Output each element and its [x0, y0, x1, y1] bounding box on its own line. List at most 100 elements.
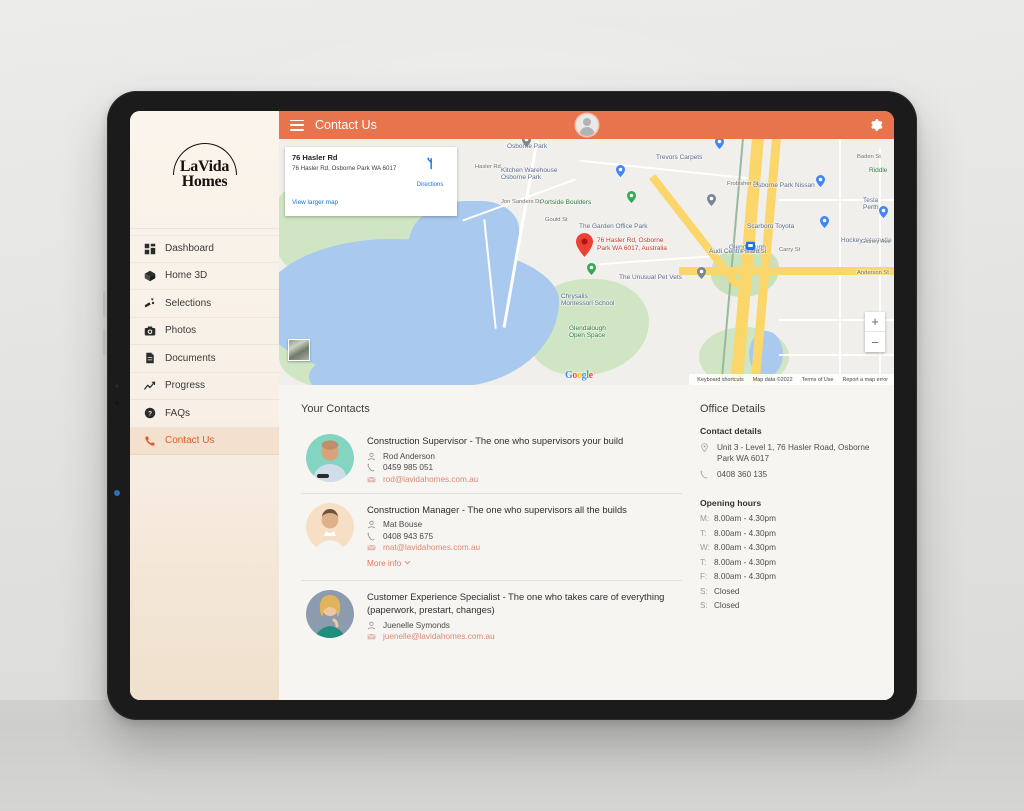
contact-email-row[interactable]: mat@lavidahomes.com.au	[367, 543, 682, 552]
map-label: The Unusual Pet Vets	[619, 274, 682, 281]
map-poi-pin[interactable]	[707, 194, 716, 206]
sidebar-item-label: Home 3D	[165, 270, 208, 282]
contact-phone: 0459 985 051	[383, 463, 434, 473]
contact-card[interactable]: Customer Experience Specialist - The one…	[301, 581, 682, 650]
map-data-text: Map data ©2022	[752, 376, 793, 383]
phone-icon	[367, 463, 376, 472]
gear-icon[interactable]	[869, 118, 883, 132]
google-logo: Google	[565, 370, 593, 381]
map-poi-pin[interactable]	[715, 139, 724, 149]
hours-day: W:	[700, 543, 710, 553]
map-poi-pin[interactable]	[697, 267, 706, 279]
sidebar-item-dashboard[interactable]: Dashboard	[130, 235, 279, 263]
street-view-thumbnail[interactable]	[288, 339, 310, 361]
zoom-in-button[interactable]: +	[865, 312, 885, 332]
phone-icon	[700, 470, 709, 479]
phone-icon	[144, 435, 156, 447]
contact-role: Construction Supervisor - The one who su…	[367, 435, 624, 446]
cube-icon	[144, 270, 156, 282]
contact-role: Customer Experience Specialist - The one…	[367, 591, 665, 616]
google-map[interactable]: Osborne Park Kitchen Warehouse Osborne Pa…	[279, 139, 894, 385]
volume-down-button[interactable]	[103, 329, 106, 355]
sidebar-item-progress[interactable]: Progress	[130, 373, 279, 400]
report-map-error-link[interactable]: Report a map error	[842, 377, 888, 383]
more-info-label: More info	[367, 559, 402, 569]
map-poi-pin[interactable]	[522, 139, 531, 147]
zoom-out-button[interactable]: −	[865, 332, 885, 352]
document-icon	[144, 352, 156, 364]
person-icon	[367, 520, 376, 529]
contact-card[interactable]: Construction Supervisor - The one who su…	[301, 425, 682, 494]
hamburger-icon[interactable]	[290, 119, 304, 131]
contact-email-row[interactable]: rod@lavidahomes.com.au	[367, 475, 682, 484]
sidebar-item-faqs[interactable]: ? FAQs	[130, 400, 279, 428]
contact-email-row[interactable]: juenelle@lavidahomes.com.au	[367, 632, 682, 641]
map-label: Gidney Ave	[861, 239, 891, 245]
map-park-pin[interactable]	[627, 191, 636, 203]
sidebar-item-home-3d[interactable]: Home 3D	[130, 263, 279, 290]
map-label: Jon Sanders Dr	[501, 199, 542, 205]
sidebar-item-contact-us[interactable]: Contact Us	[130, 427, 279, 455]
office-address: Unit 3 - Level 1, 76 Hasler Road, Osborn…	[717, 443, 870, 464]
tablet-device: LaVida Homes Dashboard Home 3D Selection…	[103, 88, 920, 723]
map-poi-pin[interactable]	[587, 263, 596, 275]
keyboard-shortcuts-link[interactable]: Keyboard shortcuts	[697, 377, 743, 383]
sidebar-item-selections[interactable]: Selections	[130, 290, 279, 318]
contact-phone-row[interactable]: 0408 943 675	[367, 532, 682, 541]
map-location-marker[interactable]	[576, 233, 593, 257]
volume-up-button[interactable]	[103, 291, 106, 317]
office-details-column: Office Details Contact details Unit 3 - …	[700, 403, 878, 700]
contact-phone-row[interactable]: 0459 985 051	[367, 463, 682, 472]
map-label: Frobisher St	[727, 181, 759, 187]
hours-row: S: Closed	[700, 601, 878, 610]
directions-button[interactable]: Directions	[410, 153, 450, 191]
map-poi-pin[interactable]	[616, 165, 625, 177]
app-header: Contact Us	[279, 111, 894, 139]
sidebar-item-label: Selections	[165, 297, 212, 309]
office-phone-row[interactable]: 0408 360 135	[700, 469, 878, 480]
logo-line-2: Homes	[181, 172, 228, 190]
camera-icon	[144, 325, 156, 337]
user-avatar-icon[interactable]	[575, 114, 598, 136]
office-heading: Office Details	[700, 403, 766, 415]
hours-value: 8.00am - 4.30pm	[714, 514, 776, 524]
map-info-card: 76 Hasler Rd 76 Hasler Rd, Osborne Park …	[285, 147, 457, 216]
tablet-screen: LaVida Homes Dashboard Home 3D Selection…	[130, 111, 894, 700]
map-label: Kitchen Warehouse Osborne Park	[501, 167, 558, 181]
main-area: Contact Us Osborne Park Kitchen Warehous…	[279, 111, 894, 700]
content-area: Your Contacts Construction Supervisor - …	[279, 385, 894, 700]
hours-value: 8.00am - 4.30pm	[714, 557, 776, 567]
map-poi-pin[interactable]	[820, 216, 829, 228]
map-transit-pin[interactable]	[746, 241, 755, 253]
map-label: Gould St	[545, 217, 568, 223]
sidebar-item-documents[interactable]: Documents	[130, 345, 279, 373]
map-poi-pin[interactable]	[816, 175, 825, 187]
hours-day: S:	[700, 601, 708, 611]
contact-card[interactable]: Construction Manager - The one who super…	[301, 494, 682, 582]
opening-hours-title: Opening hours	[700, 498, 762, 509]
sidebar-item-label: Photos	[165, 325, 197, 337]
hours-row: F: 8.00am - 4.30pm	[700, 572, 878, 581]
map-label: Glendalough Open Space	[569, 325, 606, 339]
hours-row: W: 8.00am - 4.30pm	[700, 543, 878, 552]
hours-day: T:	[700, 528, 707, 538]
more-info-toggle[interactable]: More info	[367, 559, 411, 568]
page-title: Contact Us	[315, 118, 377, 132]
sidebar-item-label: Progress	[165, 380, 206, 392]
location-pin-icon	[700, 443, 709, 452]
mail-icon	[367, 632, 376, 641]
brand-logo[interactable]: LaVida Homes	[130, 111, 279, 229]
app-root: LaVida Homes Dashboard Home 3D Selection…	[130, 111, 894, 700]
terms-of-use-link[interactable]: Terms of Use	[802, 377, 834, 383]
contact-name: Juenelle Symonds	[383, 620, 450, 630]
map-marker-label: 76 Hasler Rd, Osborne Park WA 6017, Aust…	[597, 237, 667, 253]
view-larger-map-link[interactable]: View larger map	[292, 199, 338, 206]
contact-body: Construction Supervisor - The one who su…	[367, 434, 682, 484]
contact-email: rod@lavidahomes.com.au	[383, 474, 479, 484]
selections-icon	[144, 297, 156, 309]
contact-body: Customer Experience Specialist - The one…	[367, 590, 682, 641]
sidebar-item-photos[interactable]: Photos	[130, 318, 279, 345]
map-label: Portside Boulders	[540, 199, 592, 206]
map-label: Osborne Park Nissan	[753, 182, 815, 189]
map-poi-pin[interactable]	[879, 206, 888, 218]
